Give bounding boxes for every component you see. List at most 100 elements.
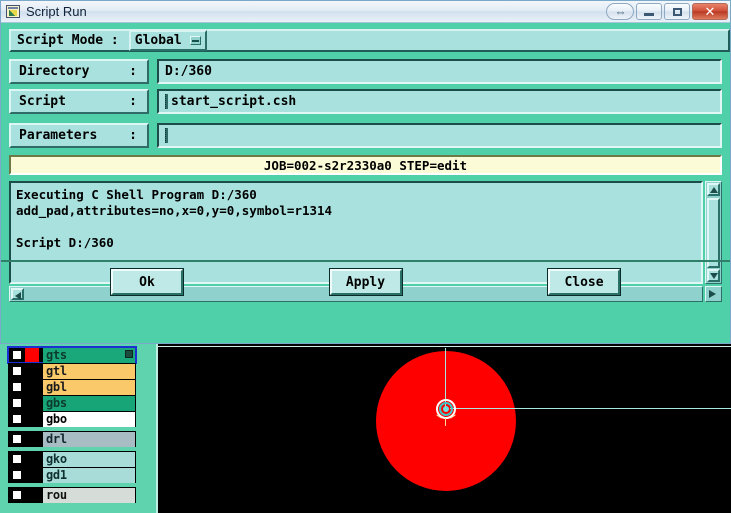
script-mode-label: Script Mode : [17,33,119,48]
layer-row[interactable]: gtl [8,363,136,379]
scroll-up-button[interactable] [707,183,720,196]
cursor-tick-down [445,418,446,426]
script-mode-select[interactable]: Global [128,30,207,51]
script-label-text: Script [19,94,66,109]
help-icon: ⇔ [614,4,627,19]
ok-slot: Ok [1,268,281,296]
layer-row[interactable]: gd1 [8,467,136,483]
screen: gts gtl gbl gbs gbo drl gko gd1 rou Script Run ⇔ [0,0,731,513]
window-title: Script Run [26,4,87,19]
layer-color-swatch[interactable] [25,380,39,394]
script-value: start_script.csh [171,94,297,109]
script-row: Script : start_script.csh [9,89,730,114]
layer-color-swatch[interactable] [25,396,39,410]
design-canvas[interactable] [158,344,731,513]
script-run-window: Script Run ⇔ ✕ Script Mode: Global Dire… [0,0,731,344]
help-button[interactable]: ⇔ [606,3,634,20]
console-line: Executing C Shell Program D:/360 [16,187,257,202]
layer-row[interactable]: gbo [8,411,136,427]
pad-shape[interactable] [376,351,516,491]
layer-name[interactable]: gd1 [43,467,135,483]
maximize-icon [672,7,682,16]
dialog-body: Script Mode : Global Directory : D:/360 [1,23,730,302]
layer-color-swatch[interactable] [25,452,39,466]
close-window-button[interactable]: ✕ [692,3,728,20]
script-text-caret [165,94,168,109]
job-status-text: JOB=002-s2r2330a0 STEP=edit [263,157,468,173]
layer-active-badge-icon [125,349,133,358]
apply-button[interactable]: Apply [328,268,403,296]
directory-value: D:/360 [165,64,212,79]
layer-name[interactable]: gbs [43,395,135,411]
console-line: add_pad,attributes=no,x=0,y=0,symbol=r13… [16,203,333,218]
script-app-icon [6,5,20,18]
directory-label: Directory : [9,59,149,84]
layer-visibility-checkbox[interactable] [11,413,23,425]
directory-input[interactable]: D:/360 [157,59,722,84]
apply-button-label: Apply [345,274,386,290]
parameters-input[interactable] [157,123,722,148]
minimize-icon [644,13,654,16]
minimize-button[interactable] [636,3,662,20]
layer-visibility-checkbox[interactable] [11,381,23,393]
layer-list[interactable]: gts gtl gbl gbs gbo drl gko gd1 rou [7,346,137,507]
chevron-down-icon[interactable] [189,36,201,45]
layer-color-swatch[interactable] [25,468,39,482]
layer-visibility-checkbox[interactable] [11,453,23,465]
ok-button[interactable]: Ok [110,268,184,296]
layer-row[interactable]: drl [8,431,136,447]
script-mode-group: Script Mode : Global [9,29,730,52]
directory-label-text: Directory [19,64,90,79]
directory-row: Directory : D:/360 [9,59,730,84]
window-controls: ⇔ ✕ [604,1,728,22]
parameters-label-colon: : [129,128,137,143]
layer-color-swatch[interactable] [25,348,39,362]
close-icon: ✕ [704,3,716,19]
script-input[interactable]: start_script.csh [157,89,722,114]
triangle-up-icon [709,187,718,193]
close-slot: Close [450,268,730,296]
close-button[interactable]: Close [547,268,622,296]
layer-row[interactable]: gko [8,451,136,467]
layer-row[interactable]: gts [7,346,137,364]
layer-visibility-checkbox[interactable] [11,489,23,501]
layer-panel: gts gtl gbl gbs gbo drl gko gd1 rou [0,344,158,513]
job-status-bar: JOB=002-s2r2330a0 STEP=edit [9,155,722,175]
maximize-button[interactable] [664,3,690,20]
layer-name[interactable]: gts [43,347,135,363]
layer-name[interactable]: gko [43,451,135,467]
ok-button-label: Ok [139,274,155,290]
layer-row[interactable]: rou [8,487,136,503]
layer-row[interactable]: gbs [8,395,136,411]
layer-name[interactable]: gbo [43,411,135,427]
layer-visibility-checkbox[interactable] [11,433,23,445]
layer-color-swatch[interactable] [25,432,39,446]
layer-name[interactable]: gtl [43,363,135,379]
layer-visibility-checkbox[interactable] [11,469,23,481]
script-label-colon: : [129,94,137,109]
layer-group-separator [8,503,136,507]
layer-name[interactable]: rou [43,487,135,503]
directory-label-colon: : [129,64,137,79]
layer-color-swatch[interactable] [25,412,39,426]
crosshair-horizontal [450,408,731,409]
dialog-button-bar: Ok Apply Close [1,260,730,302]
parameters-row: Parameters : [9,123,730,148]
parameters-label-text: Parameters [19,128,98,143]
apply-slot: Apply [281,268,451,296]
cursor-center-dot-icon [443,406,449,412]
layer-color-swatch[interactable] [25,488,39,502]
layer-color-swatch[interactable] [25,364,39,378]
layer-visibility-checkbox[interactable] [11,365,23,377]
script-mode-row: Script Mode : Global [1,23,730,54]
layer-name[interactable]: drl [43,431,135,447]
layer-row[interactable]: gbl [8,379,136,395]
layer-visibility-checkbox[interactable] [11,349,23,361]
vertical-scroll-thumb[interactable] [707,198,720,268]
script-mode-value: Global [134,33,182,48]
console-line: Script D:/360 [16,235,114,250]
layer-name[interactable]: gbl [43,379,135,395]
layer-visibility-checkbox[interactable] [11,397,23,409]
title-bar[interactable]: Script Run ⇔ ✕ [1,1,730,23]
